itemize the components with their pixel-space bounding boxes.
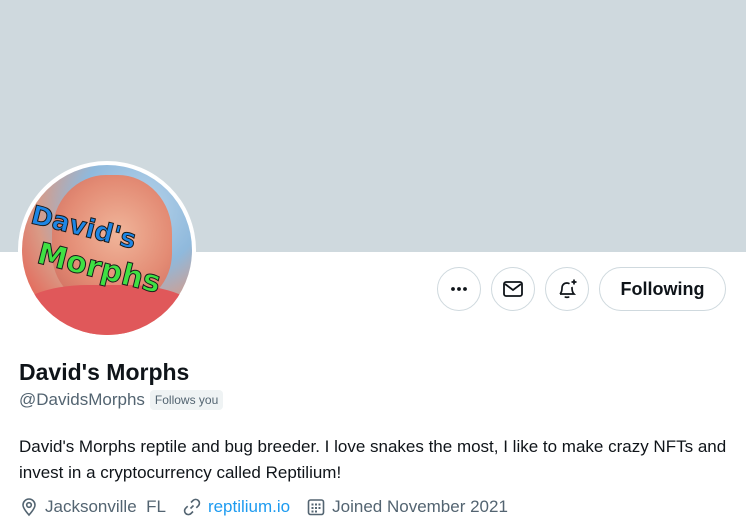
notifications-button[interactable]	[545, 267, 589, 311]
calendar-icon	[307, 499, 325, 516]
envelope-icon	[503, 281, 523, 297]
joined-date: Joined November 2021	[332, 497, 508, 516]
profile-avatar[interactable]: David's Morphs	[18, 161, 196, 339]
more-button[interactable]	[437, 267, 481, 311]
profile-bio: David's Morphs reptile and bug breeder. …	[19, 437, 727, 482]
follows-you-badge: Follows you	[149, 390, 224, 410]
profile-page: David's Morphs Following David's Morphs …	[0, 0, 746, 530]
bell-plus-icon	[559, 279, 577, 299]
profile-meta: Jacksonville FL reptilium.io Joined Nove…	[19, 497, 508, 517]
more-horizontal-icon	[451, 287, 467, 291]
location-item: Jacksonville FL	[19, 497, 166, 517]
avatar-shirt	[22, 285, 192, 335]
link-icon	[183, 498, 201, 516]
user-handle: @DavidsMorphs	[19, 390, 145, 409]
location-pin-icon	[22, 498, 36, 517]
website-link[interactable]: reptilium.io	[208, 497, 290, 517]
profile-actions: Following	[437, 267, 726, 311]
following-button[interactable]: Following	[599, 267, 726, 311]
message-button[interactable]	[491, 267, 535, 311]
location-text: Jacksonville FL	[45, 497, 166, 516]
display-name: David's Morphs	[19, 359, 190, 385]
joined-item: Joined November 2021	[306, 497, 508, 517]
website-item[interactable]: reptilium.io	[182, 497, 290, 517]
avatar-image: David's Morphs	[22, 165, 192, 335]
handle-row: @DavidsMorphs Follows you	[19, 390, 224, 410]
